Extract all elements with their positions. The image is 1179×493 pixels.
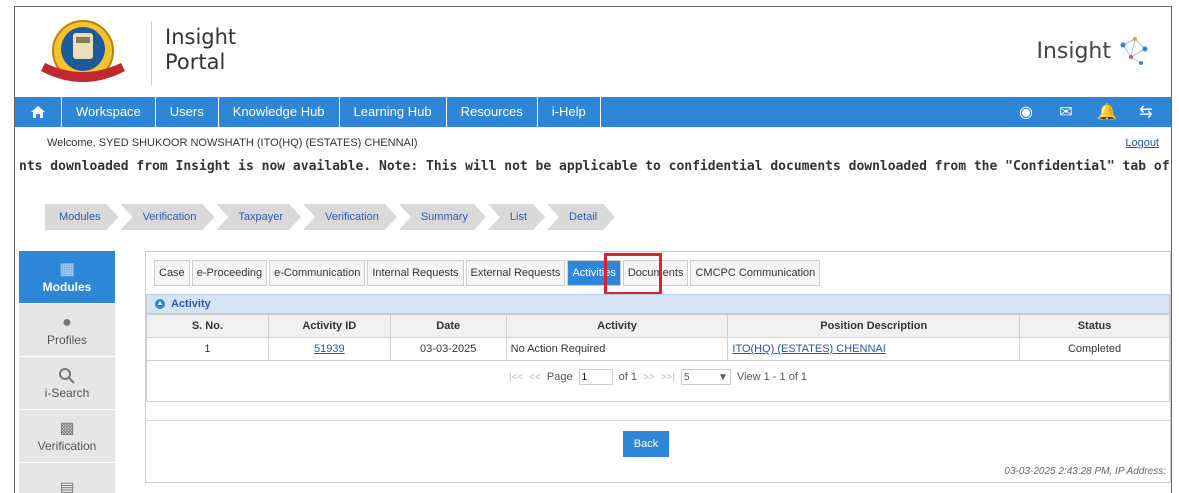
position-description-link[interactable]: ITO(HQ) (ESTATES) CHENNAI bbox=[732, 343, 885, 355]
window-frame: Insight Portal Insight Workspace Users K… bbox=[14, 6, 1172, 493]
activities-tab-highlight-box bbox=[604, 253, 662, 295]
tab-internal-requests[interactable]: Internal Requests bbox=[367, 260, 464, 286]
rows-per-page-select[interactable]: 5 ▼ bbox=[680, 369, 731, 385]
column-header-sno[interactable]: S. No. bbox=[146, 314, 269, 338]
first-page-icon[interactable]: |<< bbox=[509, 372, 523, 383]
left-sidebar: ▦ Modules ● Profiles i-Search ▩ Verifica… bbox=[19, 251, 115, 493]
page-of-label: of 1 bbox=[618, 371, 637, 383]
last-page-icon[interactable]: >>| bbox=[661, 372, 675, 383]
collapse-icon[interactable]: ▲ bbox=[155, 299, 165, 309]
tab-cmcpc-communication[interactable]: CMCPC Communication bbox=[690, 260, 821, 286]
breadcrumb-taxpayer[interactable]: Taxpayer bbox=[216, 204, 301, 230]
breadcrumb-verification-2[interactable]: Verification bbox=[303, 204, 397, 230]
logout-link[interactable]: Logout bbox=[1125, 137, 1159, 149]
prev-page-icon[interactable]: << bbox=[529, 372, 541, 383]
view-count-label: View 1 - 1 of 1 bbox=[736, 371, 808, 383]
breadcrumb-verification[interactable]: Verification bbox=[121, 204, 215, 230]
tab-external-requests[interactable]: External Requests bbox=[465, 260, 566, 286]
mail-icon[interactable]: ✉ bbox=[1057, 102, 1075, 122]
column-header-activity-id[interactable]: Activity ID bbox=[267, 314, 391, 338]
activity-table: S. No. Activity ID Date Activity Positio… bbox=[146, 314, 1170, 361]
sidebar-item-more[interactable]: ▤ bbox=[19, 463, 115, 493]
status-icon[interactable]: ◉ bbox=[1017, 102, 1035, 122]
nav-icon-group: ◉ ✉ 🔔 ⇆ bbox=[1017, 97, 1171, 127]
nav-learning-hub[interactable]: Learning Hub bbox=[338, 97, 446, 127]
sidebar-item-label: Verification bbox=[37, 439, 97, 453]
column-header-position-description[interactable]: Position Description bbox=[727, 314, 1021, 338]
breadcrumb-summary[interactable]: Summary bbox=[399, 204, 486, 230]
insight-brand-text: Insight bbox=[1036, 38, 1111, 64]
cell-position: ITO(HQ) (ESTATES) CHENNAI bbox=[727, 337, 1021, 361]
tab-e-communication[interactable]: e-Communication bbox=[269, 260, 366, 286]
cell-status: Completed bbox=[1019, 337, 1170, 361]
chevron-down-icon: ▼ bbox=[718, 371, 728, 383]
sidebar-item-label: Profiles bbox=[46, 333, 87, 347]
announcement-marquee: nts downloaded from Insight is now avail… bbox=[19, 159, 1172, 174]
table-row[interactable]: 1 51939 03-03-2025 No Action Required IT… bbox=[146, 337, 1170, 361]
grid-caption: ▲ Activity bbox=[146, 294, 1170, 314]
grid-bottom-border bbox=[146, 393, 1170, 402]
breadcrumb-detail[interactable]: Detail bbox=[547, 204, 615, 230]
rows-per-page-value: 5 bbox=[683, 371, 690, 383]
activity-grid: ▲ Activity S. No. Activity ID Date Activ… bbox=[146, 294, 1170, 402]
insight-brand: Insight bbox=[1036, 33, 1151, 69]
sidebar-item-label: i-Search bbox=[44, 386, 90, 400]
column-header-date[interactable]: Date bbox=[389, 314, 507, 338]
table-header-row: S. No. Activity ID Date Activity Positio… bbox=[146, 314, 1170, 338]
document-check-icon: ▩ bbox=[59, 420, 75, 437]
cell-sno: 1 bbox=[146, 337, 269, 361]
activity-id-link[interactable]: 51939 bbox=[314, 343, 345, 355]
footer-timestamp: 03-03-2025 2:43:28 PM, IP Address: bbox=[1004, 466, 1166, 477]
cell-activity-id: 51939 bbox=[267, 337, 391, 361]
tab-case[interactable]: Case bbox=[154, 260, 190, 286]
page-label: Page bbox=[546, 371, 573, 383]
welcome-text: Welcome, SYED SHUKOOR NOWSHATH (ITO(HQ) … bbox=[47, 137, 418, 149]
sidebar-item-label: Modules bbox=[42, 280, 92, 294]
sidebar-item-modules[interactable]: ▦ Modules bbox=[19, 251, 115, 304]
grid-caption-label: Activity bbox=[171, 298, 211, 310]
breadcrumb: Modules Verification Taxpayer Verificati… bbox=[45, 204, 617, 230]
grid-icon: ▦ bbox=[59, 261, 75, 278]
bell-icon[interactable]: 🔔 bbox=[1097, 102, 1117, 122]
nav-users[interactable]: Users bbox=[154, 97, 218, 127]
sidebar-item-i-search[interactable]: i-Search bbox=[19, 357, 115, 410]
column-header-status[interactable]: Status bbox=[1019, 314, 1170, 338]
swap-icon[interactable]: ⇆ bbox=[1137, 102, 1155, 122]
nav-resources[interactable]: Resources bbox=[445, 97, 537, 127]
header-divider bbox=[151, 21, 152, 85]
next-page-icon[interactable]: >> bbox=[643, 372, 655, 383]
sidebar-item-verification[interactable]: ▩ Verification bbox=[19, 410, 115, 463]
breadcrumb-modules[interactable]: Modules bbox=[45, 204, 119, 230]
home-icon[interactable] bbox=[15, 97, 61, 127]
main-navbar: Workspace Users Knowledge Hub Learning H… bbox=[15, 97, 1171, 127]
nav-i-help[interactable]: i-Help bbox=[536, 97, 600, 127]
back-button[interactable]: Back bbox=[623, 431, 669, 457]
nav-separator bbox=[599, 97, 601, 127]
income-tax-department-logo bbox=[41, 20, 125, 82]
network-logo-icon bbox=[1120, 37, 1148, 65]
user-icon: ● bbox=[62, 314, 72, 331]
tab-e-proceeding[interactable]: e-Proceeding bbox=[191, 260, 268, 286]
grid-pager: |<< << Page of 1 >> >>| 5 ▼ View 1 - 1 o… bbox=[146, 361, 1170, 393]
cell-date: 03-03-2025 bbox=[389, 337, 507, 361]
breadcrumb-list[interactable]: List bbox=[488, 204, 545, 230]
detail-tabs: Case e-Proceeding e-Communication Intern… bbox=[154, 260, 822, 286]
column-header-activity[interactable]: Activity bbox=[505, 314, 729, 338]
page-number-input[interactable] bbox=[578, 369, 613, 385]
content-panel: Case e-Proceeding e-Communication Intern… bbox=[145, 251, 1171, 483]
action-row: Back bbox=[146, 420, 1170, 461]
document-icon: ▤ bbox=[59, 480, 75, 493]
portal-title: Insight Portal bbox=[165, 25, 237, 74]
sidebar-item-profiles[interactable]: ● Profiles bbox=[19, 304, 115, 357]
nav-workspace[interactable]: Workspace bbox=[61, 97, 155, 127]
search-icon bbox=[59, 368, 75, 384]
nav-knowledge-hub[interactable]: Knowledge Hub bbox=[217, 97, 339, 127]
header: Insight Portal Insight bbox=[15, 7, 1171, 97]
cell-activity: No Action Required bbox=[505, 337, 729, 361]
